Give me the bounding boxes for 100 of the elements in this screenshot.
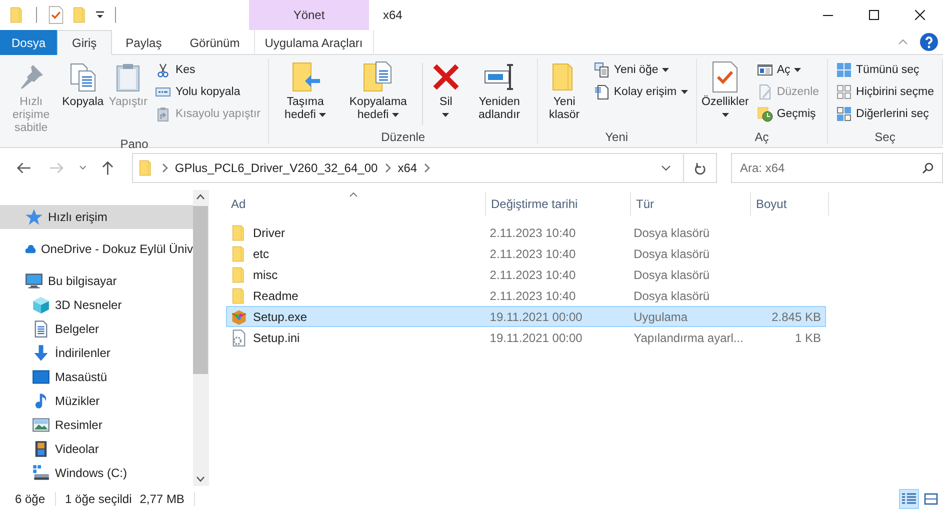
- file-row[interactable]: etc 2.11.2023 10:40 Dosya klasörü: [226, 243, 826, 264]
- breadcrumb[interactable]: GPlus_PCL6_Driver_V260_32_64_00: [174, 161, 378, 175]
- shortcut-icon: [155, 106, 172, 122]
- scrollbar[interactable]: [193, 190, 208, 486]
- up-icon[interactable]: [100, 160, 116, 176]
- column-header[interactable]: Ad: [226, 192, 486, 216]
- file-row[interactable]: Driver 2.11.2023 10:40 Dosya klasörü: [226, 222, 826, 243]
- select-all-icon: [836, 62, 852, 78]
- column-header[interactable]: Tür: [631, 192, 751, 216]
- search-icon: [922, 162, 934, 174]
- dropdown-icon[interactable]: [661, 165, 671, 171]
- ribbon-button[interactable]: Yolu kopyala: [153, 83, 262, 101]
- sidebar-item[interactable]: Müzikler: [0, 389, 193, 413]
- sidebar-item[interactable]: Masaüstü: [0, 365, 193, 389]
- sidebar-item[interactable]: Hızlı erişim: [0, 205, 193, 229]
- address-bar[interactable]: GPlus_PCL6_Driver_V260_32_64_00 x64: [132, 153, 717, 183]
- ribbon-button[interactable]: Hiçbirini seçme: [834, 83, 936, 101]
- folder-copy-icon: [362, 61, 394, 93]
- ribbon-button[interactable]: Kopyala: [60, 59, 106, 111]
- file-menu-button[interactable]: Dosya: [0, 30, 57, 55]
- ribbon-button[interactable]: Tümünü seç: [834, 61, 936, 79]
- group-label: Seç: [874, 130, 896, 144]
- group-label: Aç: [754, 130, 770, 144]
- file-row[interactable]: misc 2.11.2023 10:40 Dosya klasörü: [226, 264, 826, 285]
- table-cell: 1 KB: [794, 330, 821, 344]
- group-label: Düzenle: [380, 130, 426, 144]
- file-row[interactable]: Setup.ini 19.11.2021 00:00 Yapılandırma ayarl... 1 KB: [226, 327, 826, 348]
- sidebar-item[interactable]: Videolar: [0, 437, 193, 461]
- window-title: x64: [383, 8, 402, 22]
- sidebar-item[interactable]: Resimler: [0, 413, 193, 437]
- table-cell: Uygulama: [634, 310, 688, 324]
- ribbon-tab[interactable]: Görünüm: [176, 30, 254, 55]
- file-row[interactable]: Readme 2.11.2023 10:40 Dosya klasörü: [226, 285, 826, 306]
- drive-icon: [32, 464, 50, 482]
- file-name: misc: [253, 268, 278, 282]
- scissors-icon: [155, 62, 172, 78]
- collapse-ribbon-icon[interactable]: [898, 39, 908, 45]
- ribbon-button[interactable]: Kolay erişim: [592, 83, 690, 101]
- file-name: etc: [253, 246, 270, 260]
- file-name: Readme: [253, 288, 298, 302]
- ribbon-button[interactable]: Aç: [754, 61, 822, 79]
- computer-icon: [25, 272, 43, 290]
- download-icon: [32, 344, 50, 362]
- table-cell: Dosya klasörü: [634, 268, 710, 282]
- sidebar-item[interactable]: 3D Nesneler: [0, 293, 193, 317]
- table-cell: 2.11.2023 10:40: [490, 226, 576, 240]
- ribbon-button[interactable]: Sil: [428, 59, 464, 124]
- customize-dropdown-icon[interactable]: [95, 10, 105, 20]
- settings-file-icon: [230, 328, 248, 346]
- sidebar-item[interactable]: Belgeler: [0, 317, 193, 341]
- table-cell: Yapılandırma ayarl...: [634, 330, 744, 344]
- close-icon: [915, 10, 925, 20]
- file-name: Driver: [253, 226, 285, 240]
- file-name: Setup.ini: [253, 330, 300, 344]
- selection-count: 1 öğe seçildi: [65, 492, 132, 506]
- ribbon-button[interactable]: Geçmiş: [754, 105, 822, 123]
- column-header[interactable]: Değiştirme tarihi: [486, 192, 631, 216]
- ribbon-tab[interactable]: Paylaş: [112, 30, 176, 55]
- group-label: Pano: [119, 137, 150, 151]
- help-icon[interactable]: [920, 33, 938, 51]
- table-cell: Dosya klasörü: [634, 246, 710, 260]
- context-tab-header: Yönet: [249, 0, 369, 30]
- sidebar-item[interactable]: OneDrive - Dokuz Eylül Üniv: [0, 237, 193, 261]
- ribbon-button[interactable]: Kes: [153, 61, 262, 79]
- ribbon-button[interactable]: Diğerlerini seç: [834, 105, 936, 123]
- file-row[interactable]: Setup.exe 19.11.2021 00:00 Uygulama 2.845 KB: [226, 306, 826, 327]
- ribbon-button[interactable]: Kopyalama hedefi: [339, 59, 418, 124]
- new-item-icon: [594, 62, 610, 78]
- ribbon-button[interactable]: Özellikler: [700, 59, 751, 124]
- window-icon: [756, 62, 773, 78]
- scroll-down-icon[interactable]: [196, 476, 205, 482]
- select-none-icon: [836, 84, 852, 100]
- chevron-icon: [160, 163, 169, 173]
- table-cell: 19.11.2021 00:00: [490, 310, 582, 324]
- item-count: 6 öğe: [15, 492, 46, 506]
- rename-icon: [483, 61, 516, 93]
- chevron-icon: [423, 163, 432, 173]
- pictures-icon: [32, 416, 50, 434]
- table-cell: 19.11.2021 00:00: [490, 330, 582, 344]
- table-cell: 2.845 KB: [772, 310, 821, 324]
- scroll-up-icon[interactable]: [196, 194, 205, 200]
- table-cell: 2.11.2023 10:40: [490, 288, 576, 302]
- ribbon-button[interactable]: Taşıma hedefi: [272, 59, 338, 124]
- sidebar-item[interactable]: Bu bilgisayar: [0, 269, 193, 293]
- sidebar-item[interactable]: Windows (C:): [0, 461, 193, 485]
- column-header[interactable]: Boyut: [751, 192, 829, 216]
- ribbon-button[interactable]: Yeni öğe: [592, 61, 690, 79]
- file-name: Setup.exe: [253, 310, 308, 324]
- chevron-icon: [384, 163, 392, 173]
- ribbon-tab[interactable]: Giriş: [57, 30, 112, 55]
- ribbon-button[interactable]: Yeni klasör: [540, 59, 588, 124]
- breadcrumb[interactable]: x64: [398, 161, 418, 175]
- recent-locations-icon[interactable]: [78, 165, 86, 171]
- details-view-button[interactable]: [899, 488, 919, 508]
- sidebar-item[interactable]: İndirilenler: [0, 341, 193, 365]
- table-cell: Dosya klasörü: [634, 288, 710, 302]
- ribbon-button[interactable]: Yeniden adlandır: [464, 59, 534, 124]
- back-icon[interactable]: [16, 160, 32, 176]
- table-cell: Dosya klasörü: [634, 226, 710, 240]
- search-field[interactable]: Ara: x64: [731, 153, 943, 183]
